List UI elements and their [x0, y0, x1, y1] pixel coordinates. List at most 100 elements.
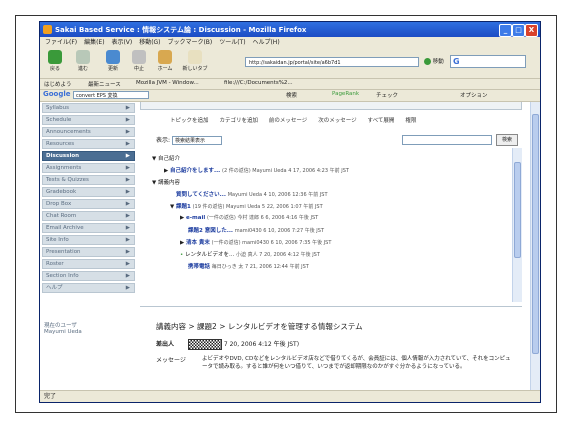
tree-reply-selected[interactable]: • レンタルビデオを... 小迫 真人 7 20, 2006 4:12 午後 J… [180, 250, 320, 258]
previous-message-link[interactable]: 前のメッセージ [269, 118, 307, 124]
status-bar: 完了 [40, 390, 540, 402]
go-icon [424, 58, 431, 65]
message-label: メッセージ [156, 357, 186, 364]
sidebar-item-help[interactable]: ヘルプ ▶ [42, 283, 135, 293]
sidebar-item-tests-quizzes[interactable]: Tests & Quizzes ▶ [42, 175, 135, 185]
new-tab-icon [188, 50, 202, 64]
google-g-icon: G [453, 57, 460, 66]
sidebar-item-announcements[interactable]: Announcements ▶ [42, 127, 135, 137]
sidebar-item-presentation[interactable]: Presentation ▶ [42, 247, 135, 257]
close-button[interactable]: X [525, 24, 538, 37]
sidebar-item-site-info[interactable]: Site Info ▶ [42, 235, 135, 245]
tree-reply[interactable]: 携帯電話 毎日ひっき 太 7 21, 2006 12:44 午前 JST [188, 262, 309, 270]
frame-top-strip [140, 102, 522, 110]
discussion-toolbar: トピックを追加 カテゴリを追加 前のメッセージ 次のメッセージ すべて展開 権限 [170, 116, 425, 124]
discussion-search-input[interactable] [402, 135, 492, 145]
page-scrollbar-thumb[interactable] [532, 114, 539, 354]
stop-icon [132, 50, 146, 64]
firefox-search-input[interactable]: G [450, 55, 526, 68]
tree-reply[interactable]: ▶ e-mail (一件の返信) 今村 達郎 6 6, 2006 4:16 午後… [180, 214, 318, 221]
navigation-toolbar: 戻る 進む 更新 中止 ホーム 新しいタブ http://sakaidan.jp… [40, 48, 540, 79]
menu-view[interactable]: 表示(V) [111, 37, 132, 48]
spell-check-button[interactable]: チェック [376, 91, 398, 99]
tree-thread[interactable]: ▼ 課題1 (19 件の返信) Mayumi Ueda 5 22, 2006 1… [170, 202, 323, 210]
menu-edit[interactable]: 編集(E) [84, 37, 104, 48]
back-button[interactable]: 戻る [44, 50, 66, 76]
home-button[interactable]: ホーム [154, 50, 176, 76]
next-message-link[interactable]: 次のメッセージ [318, 118, 356, 124]
home-icon [158, 50, 172, 64]
thread-tree: ▼ 自己紹介 ▶ 自己紹介をします... (2 件の返信) Mayumi Ued… [150, 152, 522, 302]
browser-window: Sakai Based Service : 情報システム論 : Discussi… [39, 21, 541, 403]
bookmark-getting-started[interactable]: はじめよう [44, 80, 72, 88]
new-tab-button[interactable]: 新しいタブ [180, 50, 210, 76]
message-body: よビデオやDVD, CDなどをレンタルビデオ店などで借りてくるが、会員証には、個… [202, 356, 511, 370]
tree-scrollbar-thumb[interactable] [514, 162, 521, 258]
add-topic-link[interactable]: トピックを追加 [170, 118, 209, 124]
google-toolbar: Google convert EPS 変換 検索 PageRank チェック オ… [40, 90, 540, 102]
expand-all-link[interactable]: すべて展開 [368, 118, 395, 124]
discussion-search-button[interactable]: 検索 [496, 134, 518, 146]
sidebar-item-section-info[interactable]: Section Info ▶ [42, 271, 135, 281]
google-query-input[interactable]: convert EPS 変換 [73, 91, 149, 99]
go-button[interactable]: 移動 [424, 57, 444, 65]
reload-icon [106, 50, 120, 64]
sidebar-item-drop-box[interactable]: Drop Box ▶ [42, 199, 135, 209]
menu-bookmarks[interactable]: ブックマーク(B) [167, 37, 212, 48]
tree-category[interactable]: ▼ 講義内容 [152, 178, 180, 186]
sidebar-item-assignments[interactable]: Assignments ▶ [42, 163, 135, 173]
page-content: Syllabus ▶ Schedule ▶ Announcements ▶ Resou… [40, 102, 540, 391]
tree-thread[interactable]: 質問してください... Mayumi Ueda 4 10, 2006 12:36… [176, 190, 328, 198]
tree-thread[interactable]: ▶ 自己紹介をします... (2 件の返信) Mayumi Ueda 4 17,… [164, 166, 349, 174]
tree-reply[interactable]: 課題2 意図した... mami0430 6 10, 2006 7:27 午後 … [188, 226, 324, 234]
chevron-right-icon: ▶ [125, 189, 130, 195]
chevron-right-icon: ▶ [125, 237, 130, 243]
add-category-link[interactable]: カテゴリを追加 [219, 118, 258, 124]
chevron-right-icon: ▶ [125, 261, 130, 267]
minimize-button[interactable]: _ [499, 24, 512, 37]
bookmark-local-file[interactable]: file:///C:/Documents%2... [224, 80, 293, 86]
sidebar-item-email-archive[interactable]: Email Archive ▶ [42, 223, 135, 233]
redacted-author [187, 339, 222, 350]
pagerank-indicator: PageRank [332, 91, 360, 97]
bookmark-mozilla-jvm[interactable]: Mozilla JVM - Window... [136, 80, 199, 86]
menu-file[interactable]: ファイル(F) [45, 37, 77, 48]
chevron-right-icon: ▶ [125, 225, 130, 231]
menu-help[interactable]: ヘルプ(H) [252, 37, 279, 48]
sidebar-item-gradebook[interactable]: Gradebook ▶ [42, 187, 135, 197]
chevron-right-icon: ▶ [125, 249, 130, 255]
permissions-link[interactable]: 権限 [405, 118, 416, 124]
sidebar-item-roster[interactable]: Roster ▶ [42, 259, 135, 269]
chevron-right-icon: ▶ [125, 201, 130, 207]
sidebar-item-schedule[interactable]: Schedule ▶ [42, 115, 135, 125]
url-input[interactable]: http://sakaidan.jp/portal/site/a6b7d1 [245, 57, 419, 67]
tree-category[interactable]: ▼ 自己紹介 [152, 154, 180, 162]
chevron-right-icon: ▶ [125, 285, 130, 291]
page-scrollbar[interactable] [530, 102, 540, 390]
sidebar-item-chat-room[interactable]: Chat Room ▶ [42, 211, 135, 221]
author-row: 差出人 7 20, 2006 4:12 午後 JST) [156, 339, 299, 350]
chevron-right-icon: ▶ [125, 141, 130, 147]
sidebar-item-discussion[interactable]: Discussion ▶ [42, 151, 135, 161]
chevron-right-icon: ▶ [125, 153, 130, 159]
chevron-right-icon: ▶ [125, 273, 130, 279]
forward-button[interactable]: 進む [72, 50, 94, 76]
stop-button[interactable]: 中止 [128, 50, 150, 76]
reload-button[interactable]: 更新 [102, 50, 124, 76]
view-select[interactable]: 検索結果表示 [171, 136, 222, 145]
title-bar[interactable]: Sakai Based Service : 情報システム論 : Discussi… [40, 22, 540, 37]
chevron-right-icon: ▶ [125, 129, 130, 135]
bookmark-latest-news[interactable]: 最新ニュース [88, 80, 121, 88]
tree-reply[interactable]: ▶ 清本 貴末 (一件の返信) mami0430 6 10, 2006 7:35… [180, 238, 331, 246]
message-date: 7 20, 2006 4:12 午後 JST) [223, 341, 300, 348]
menu-bar: ファイル(F) 編集(E) 表示(V) 移動(G) ブックマーク(B) ツール(… [40, 37, 540, 48]
menu-tools[interactable]: ツール(T) [219, 37, 245, 48]
tree-scrollbar[interactable] [512, 148, 522, 302]
google-options-button[interactable]: オプション [460, 91, 488, 99]
menu-go[interactable]: 移動(G) [139, 37, 160, 48]
sidebar-item-syllabus[interactable]: Syllabus ▶ [42, 103, 135, 113]
maximize-button[interactable]: □ [512, 24, 525, 37]
author-label: 差出人 [156, 341, 175, 348]
sidebar-item-resources[interactable]: Resources ▶ [42, 139, 135, 149]
google-search-button[interactable]: 検索 [286, 91, 297, 99]
